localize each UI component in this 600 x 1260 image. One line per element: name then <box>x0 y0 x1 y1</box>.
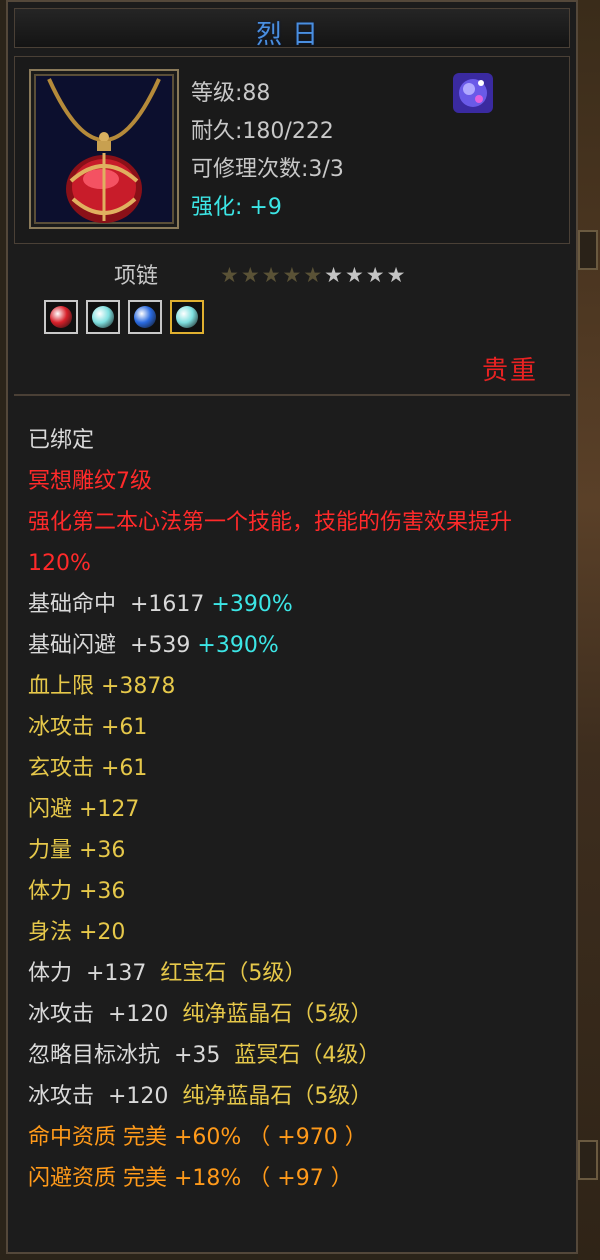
attr-dodge-base: 基础闪避 +539 +390% <box>28 625 573 666</box>
item-repair-count: 可修理次数:3/3 <box>191 157 344 182</box>
gem-stat-row: 冰攻击 +120 纯净蓝晶石（5级） <box>28 994 573 1035</box>
item-base-stats: 等级:88 耐久:180/222 可修理次数:3/3 强化: +9 <box>191 75 344 227</box>
attr-dodge-base-pct: +390% <box>197 633 279 658</box>
gem-stat-value: 冰攻击 +120 <box>28 1084 183 1109</box>
item-enhance-level: 强化: +9 <box>191 195 282 220</box>
star-empty-icon: ★ <box>344 263 364 287</box>
star-filled-icon: ★ <box>303 263 323 287</box>
attr-strength: 力量 +36 <box>28 838 126 863</box>
item-rarity: 贵重 <box>481 356 538 386</box>
star-filled-icon: ★ <box>220 263 239 287</box>
item-title-bar: 烈日 <box>14 8 570 50</box>
blue-gem-icon <box>134 306 156 328</box>
gem-stat-value: 冰攻击 +120 <box>28 1002 183 1027</box>
gem-slot[interactable] <box>170 300 204 334</box>
star-empty-icon: ★ <box>386 263 406 287</box>
star-filled-icon: ★ <box>282 263 302 287</box>
gem-stat-row: 体力 +137 红宝石（5级） <box>28 953 573 994</box>
star-filled-icon: ★ <box>240 263 260 287</box>
gem-stat-name: 红宝石（5级） <box>160 961 307 986</box>
attr-dodge: 闪避 +127 <box>28 797 140 822</box>
red-gem-icon <box>50 306 72 328</box>
item-attributes: 已绑定 冥想雕纹7级 强化第二本心法第一个技能，技能的伤害效果提升120% 基础… <box>28 420 573 1199</box>
attr-hit: 基础命中 +1617 +390% <box>28 584 573 625</box>
star-empty-icon: ★ <box>324 263 343 287</box>
gem-stat-name: 蓝冥石（4级） <box>234 1043 381 1068</box>
gem-slots <box>44 300 204 334</box>
section-divider <box>14 394 570 396</box>
attr-hp: 血上限 +3878 <box>28 674 176 699</box>
item-name: 烈日 <box>255 20 328 50</box>
attr-dodge-base-value: 基础闪避 +539 <box>28 633 191 658</box>
attr-ice-attack: 冰攻击 +61 <box>28 715 148 740</box>
side-frame-edge <box>578 1140 598 1180</box>
side-frame-edge <box>578 230 598 270</box>
attr-hit-pct: +390% <box>211 592 293 617</box>
star-rating: ★ ★ ★ ★ ★ ★ ★ ★ ★ <box>220 262 405 288</box>
gem-stat-value: 忽略目标冰抗 +35 <box>28 1043 235 1068</box>
star-filled-icon: ★ <box>261 263 281 287</box>
item-tooltip-panel: 烈日 等级:88 耐久:180/222 可修理次数:3/3 强化: +9 项链 … <box>6 0 578 1254</box>
aptitude-hit: 命中资质 完美 +60% （ +970 ） <box>28 1125 367 1150</box>
attr-agility: 身法 +20 <box>28 920 126 945</box>
gem-slot[interactable] <box>128 300 162 334</box>
bound-status: 已绑定 <box>28 428 95 453</box>
aptitude-dodge: 闪避资质 完美 +18% （ +97 ） <box>28 1166 353 1191</box>
item-info-box: 等级:88 耐久:180/222 可修理次数:3/3 强化: +9 <box>14 56 570 244</box>
cyan-gem-icon <box>92 306 114 328</box>
gem-stat-row: 冰攻击 +120 纯净蓝晶石（5级） <box>28 1076 573 1117</box>
gem-stat-name: 纯净蓝晶石（5级） <box>182 1002 373 1027</box>
gem-stat-row: 忽略目标冰抗 +35 蓝冥石（4级） <box>28 1035 573 1076</box>
attr-xuan-attack: 玄攻击 +61 <box>28 756 148 781</box>
gem-stat-name: 纯净蓝晶石（5级） <box>182 1084 373 1109</box>
background-scenery <box>578 0 600 1260</box>
carve-name: 冥想雕纹7级 <box>28 469 152 494</box>
item-type: 项链 <box>114 264 159 289</box>
carve-effect: 强化第二本心法第一个技能，技能的伤害效果提升120% <box>28 510 513 576</box>
necklace-icon <box>29 69 179 229</box>
cyan-gem-icon <box>176 306 198 328</box>
gem-slot[interactable] <box>86 300 120 334</box>
item-durability: 耐久:180/222 <box>191 119 334 144</box>
special-effect-icon <box>451 71 495 115</box>
item-level: 等级:88 <box>191 81 271 106</box>
attr-vitality: 体力 +36 <box>28 879 126 904</box>
gem-slot[interactable] <box>44 300 78 334</box>
attr-hit-value: 基础命中 +1617 <box>28 592 205 617</box>
gem-stat-value: 体力 +137 <box>28 961 161 986</box>
star-empty-icon: ★ <box>365 263 385 287</box>
